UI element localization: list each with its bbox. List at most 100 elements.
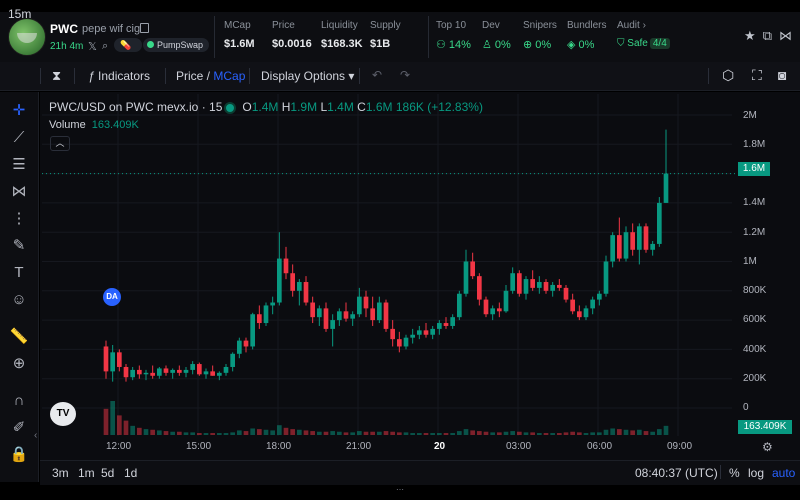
volume-bar [323, 431, 329, 435]
volume-bar [157, 430, 162, 435]
volume-bar [170, 431, 175, 435]
volume-bar [523, 432, 529, 435]
volume-bar [257, 429, 262, 435]
legend-title: PWC/USD on PWC mevx.io · 15 [49, 100, 223, 114]
volume-bar [503, 431, 509, 435]
volume-bar [283, 427, 289, 435]
legend-change: 186K (+12.83%) [395, 100, 483, 114]
volume-bar [543, 433, 549, 435]
volume-bar [223, 433, 229, 435]
range-1m[interactable]: 1m [78, 466, 95, 480]
volume-bar [663, 425, 669, 435]
live-dot [224, 101, 237, 114]
volume-bar [557, 433, 562, 435]
candle-body [450, 317, 455, 326]
axis-settings-icon[interactable]: ⚙ [762, 440, 773, 454]
candle-body [383, 302, 389, 329]
candle-body [230, 353, 235, 367]
candle-body [330, 320, 335, 329]
candle-body [637, 226, 642, 250]
candle-body [237, 340, 242, 354]
volume-bar [397, 432, 402, 435]
candle-body [570, 299, 575, 312]
volume-bar [363, 431, 369, 435]
candle-body [457, 293, 462, 318]
volume-bar [177, 431, 182, 435]
candle-body [650, 243, 655, 250]
candle-body [297, 282, 302, 291]
range-1d[interactable]: 1d [124, 466, 137, 480]
tradingview-logo-mark: TV [56, 408, 70, 419]
x-tick: 06:00 [587, 441, 613, 452]
volume-bar [550, 433, 555, 435]
candle-body [390, 328, 395, 340]
volume-bar [117, 415, 122, 435]
log-toggle[interactable]: log [748, 466, 764, 480]
candle-body [157, 368, 162, 376]
volume-bar [463, 429, 469, 435]
candle-body [303, 282, 309, 303]
current-volume-tag: 163.409K [738, 420, 792, 434]
tradingview-logo[interactable]: TV [50, 402, 76, 426]
y-tick: 1.4M [743, 197, 766, 208]
volume-legend: Volume 163.409K [49, 119, 139, 131]
candle-body [583, 308, 589, 318]
candle-body [437, 323, 442, 329]
volume-bar [250, 428, 255, 435]
resize-handle[interactable]: ⋯ [396, 485, 404, 494]
candle-body [143, 372, 149, 375]
candle-body [163, 368, 169, 373]
volume-bar [190, 432, 195, 435]
volume-bar [123, 420, 129, 435]
candle-body [497, 308, 502, 312]
volume-bar [637, 429, 642, 435]
candle-body [177, 369, 182, 373]
legend-open: 1.4M [251, 100, 279, 114]
candle-body [557, 284, 562, 288]
volume-bar [377, 431, 382, 435]
y-tick: 1.2M [743, 227, 766, 238]
volume-bar [183, 432, 189, 435]
auto-toggle[interactable]: auto [772, 466, 795, 480]
y-tick: 400K [743, 344, 767, 355]
volume-bar [597, 432, 602, 435]
collapse-toolbar-icon[interactable]: ‹ [34, 430, 37, 441]
candle-body [530, 279, 535, 288]
x-tick: 09:00 [667, 441, 693, 452]
candle-body [410, 334, 415, 338]
volume-bar [357, 431, 362, 435]
x-tick: 18:00 [266, 441, 292, 452]
volume-bar [217, 433, 222, 435]
volume-bar [103, 408, 109, 435]
candle-body [423, 330, 429, 335]
volume-bar [337, 431, 342, 435]
x-tick: 03:00 [506, 441, 532, 452]
candle-body [137, 369, 142, 375]
volume-bar [497, 432, 502, 435]
volume-bar [537, 433, 542, 435]
da-marker[interactable]: DA [103, 288, 121, 306]
x-tick: 20 [434, 441, 446, 452]
candle-body [510, 273, 515, 291]
current-price-tag: 1.6M [738, 162, 770, 176]
candle-body [310, 302, 315, 318]
candle-body [283, 258, 289, 274]
candle-body [170, 369, 175, 373]
legend-close: 1.6M [365, 100, 393, 114]
y-tick: 200K [743, 373, 767, 384]
collapse-legend-button[interactable]: ︿ [50, 136, 70, 151]
ohlc-legend: PWC/USD on PWC mevx.io · 15 O1.4M H1.9M L… [49, 100, 483, 114]
volume-bar [517, 431, 522, 435]
candle-body [657, 202, 662, 244]
candle-body [270, 302, 275, 306]
volume-bar [277, 425, 282, 435]
candle-body [223, 366, 229, 373]
utc-clock[interactable]: 08:40:37 (UTC) [635, 466, 718, 480]
volume-bar [243, 431, 249, 435]
y-tick: 1.8M [743, 139, 766, 150]
percent-toggle[interactable]: % [729, 466, 740, 480]
range-3m[interactable]: 3m [52, 466, 69, 480]
candle-body [630, 232, 635, 250]
legend-high: 1.9M [290, 100, 318, 114]
range-5d[interactable]: 5d [101, 466, 114, 480]
